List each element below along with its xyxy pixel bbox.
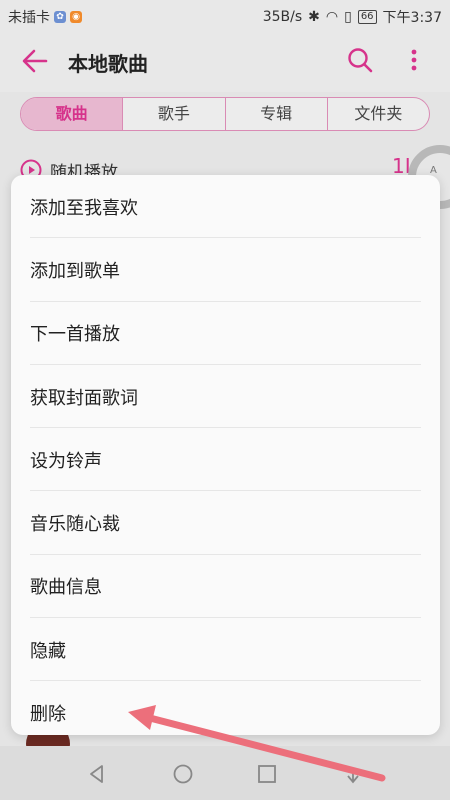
vibrate-icon: ▯ bbox=[344, 9, 352, 25]
nav-recents-icon[interactable] bbox=[256, 763, 278, 785]
carrier-text: 未插卡 bbox=[8, 10, 50, 26]
tab-folders[interactable]: 文件夹 bbox=[326, 98, 429, 130]
wifi-icon: ◠ bbox=[325, 9, 339, 25]
system-navigation-bar bbox=[0, 746, 450, 800]
nav-home-icon[interactable] bbox=[172, 763, 194, 785]
search-button[interactable] bbox=[346, 46, 374, 74]
menu-item-hide[interactable]: 隐藏 bbox=[11, 618, 440, 682]
notification-eye-icon: ◉ bbox=[70, 11, 82, 23]
menu-item-music-cutter[interactable]: 音乐随心裁 bbox=[11, 491, 440, 556]
menu-item-delete[interactable]: 删除 bbox=[11, 681, 440, 735]
tab-bar: 歌曲 歌手 专辑 文件夹 bbox=[20, 97, 430, 131]
menu-item-play-next[interactable]: 下一首播放 bbox=[11, 302, 440, 366]
clock: 下午3:37 bbox=[382, 10, 442, 26]
menu-item-fetch-cover-lyrics[interactable]: 获取封面歌词 bbox=[11, 365, 440, 429]
search-icon bbox=[348, 48, 373, 73]
tab-artists[interactable]: 歌手 bbox=[122, 98, 224, 130]
song-context-menu: 添加至我喜欢 添加到歌单 下一首播放 获取封面歌词 设为铃声 音乐随心裁 歌曲信… bbox=[11, 175, 440, 735]
battery-indicator: 66 bbox=[357, 10, 377, 24]
network-speed: 35B/s bbox=[262, 9, 303, 25]
more-vertical-icon bbox=[411, 49, 417, 71]
menu-item-set-ringtone[interactable]: 设为铃声 bbox=[11, 428, 440, 492]
menu-item-song-info[interactable]: 歌曲信息 bbox=[11, 555, 440, 619]
page-title: 本地歌曲 bbox=[68, 52, 148, 76]
menu-item-add-to-favorites[interactable]: 添加至我喜欢 bbox=[11, 175, 440, 239]
notification-app-icon: ✿ bbox=[54, 11, 66, 23]
more-button[interactable] bbox=[404, 46, 424, 74]
menu-item-add-to-playlist[interactable]: 添加到歌单 bbox=[11, 238, 440, 302]
app-header: 本地歌曲 bbox=[0, 32, 450, 92]
tab-songs[interactable]: 歌曲 bbox=[21, 98, 123, 130]
tab-albums[interactable]: 专辑 bbox=[224, 98, 327, 130]
bluetooth-icon: ✱ bbox=[308, 9, 320, 25]
nav-back-icon[interactable] bbox=[86, 763, 108, 785]
status-bar: 未插卡 ✿ ◉ 35B/s ✱ ◠ ▯ 66 下午3:37 bbox=[0, 0, 450, 32]
nav-notification-icon[interactable] bbox=[342, 763, 364, 785]
back-button[interactable] bbox=[20, 46, 50, 76]
arrow-left-icon bbox=[22, 49, 48, 73]
